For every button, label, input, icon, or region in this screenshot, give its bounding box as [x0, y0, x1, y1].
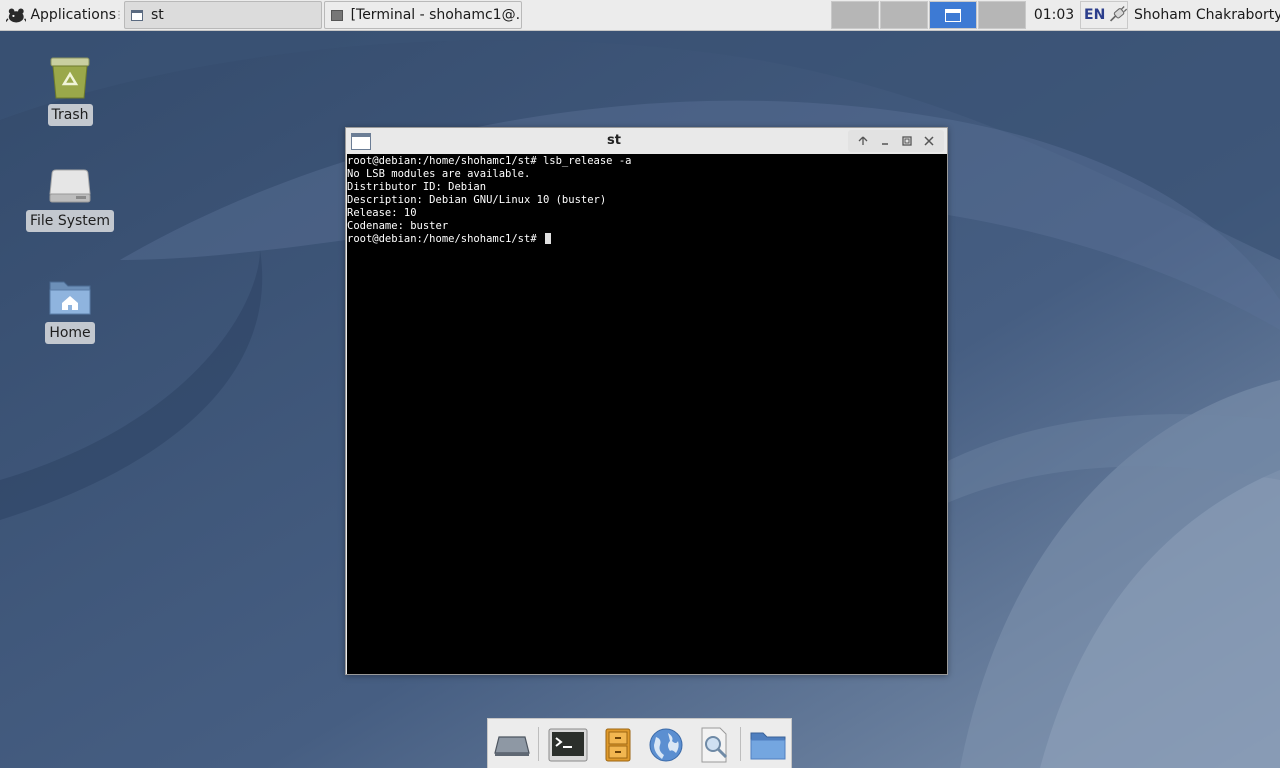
desktop-icon-trash[interactable]: Trash — [20, 56, 120, 126]
taskbar-item-label: st — [151, 7, 164, 23]
terminal-cursor — [544, 233, 551, 244]
applications-label: Applications — [30, 7, 116, 23]
desktop: Applications ⋮ st [Terminal - shohamc1@.… — [0, 0, 1280, 768]
taskbar-item-st[interactable]: st — [124, 1, 322, 29]
dock-web-browser[interactable] — [644, 725, 688, 765]
arrow-up-icon — [858, 136, 868, 145]
dock-separator — [740, 727, 741, 761]
network-plug-icon — [1110, 6, 1127, 22]
workspace-4-button[interactable] — [978, 1, 1026, 29]
maximize-button[interactable] — [896, 131, 918, 151]
user-menu[interactable]: Shoham Chakraborty — [1134, 0, 1280, 30]
terminal-line: root@debian:/home/shohamc1/st# lsb_relea… — [347, 155, 632, 167]
top-panel: Applications ⋮ st [Terminal - shohamc1@.… — [0, 0, 1280, 31]
window-controls — [848, 130, 944, 152]
file-cabinet-icon — [605, 728, 631, 762]
close-icon — [924, 136, 934, 146]
desktop-icon-label: File System — [25, 210, 115, 232]
maximize-icon — [902, 136, 912, 146]
dock-app-finder[interactable] — [692, 725, 736, 765]
keyboard-layout-indicator[interactable]: EN — [1080, 1, 1128, 29]
window-titlebar[interactable]: st — [346, 128, 947, 154]
taskbar-item-label: [Terminal - shohamc1@... — [350, 7, 521, 23]
dock-terminal[interactable] — [546, 725, 590, 765]
panel-separator-grip: ⋮ — [114, 9, 124, 21]
terminal-output[interactable]: root@debian:/home/shohamc1/st# lsb_relea… — [347, 154, 947, 674]
app-finder-icon — [701, 727, 728, 763]
minimize-icon — [882, 143, 888, 145]
taskbar-item-terminal[interactable]: [Terminal - shohamc1@... — [324, 1, 522, 29]
terminal-line: Distributor ID: Debian — [347, 181, 487, 193]
desktop-icon-file-system[interactable]: File System — [20, 166, 120, 232]
terminal-icon — [548, 728, 588, 762]
show-desktop-icon — [494, 736, 530, 756]
close-button[interactable] — [918, 131, 940, 151]
dock-folder[interactable] — [746, 725, 790, 765]
drive-icon — [49, 169, 91, 203]
home-folder-icon — [49, 281, 91, 315]
workspace-2-button[interactable] — [880, 1, 928, 29]
workspace-3-button[interactable] — [929, 1, 977, 29]
st-terminal-window[interactable]: st root@debian:/home/shohamc1/st# lsb_re… — [345, 127, 948, 675]
terminal-line: Description: Debian GNU/Linux 10 (buster… — [347, 194, 607, 206]
desktop-icon-label: Home — [45, 322, 95, 344]
clock[interactable]: 01:03 — [1031, 0, 1077, 30]
xfce-mouse-icon — [6, 8, 27, 23]
trash-icon — [50, 57, 90, 99]
terminal-line: Release: 10 — [347, 207, 417, 219]
dock-file-manager[interactable] — [596, 725, 640, 765]
window-title: st — [607, 133, 621, 148]
window-thumbnail-icon — [945, 8, 961, 22]
dock-separator — [538, 727, 539, 761]
folder-icon — [750, 732, 786, 760]
minimize-button[interactable] — [874, 131, 896, 151]
roll-up-button[interactable] — [852, 131, 874, 151]
terminal-prompt-line: root@debian:/home/shohamc1/st# — [347, 233, 947, 246]
terminal-line: Codename: buster — [347, 220, 449, 232]
window-icon — [131, 9, 143, 21]
desktop-icon-label: Trash — [47, 104, 93, 126]
dock-show-desktop[interactable] — [490, 725, 534, 765]
terminal-line: No LSB modules are available. — [347, 168, 531, 180]
desktop-icon-home[interactable]: Home — [20, 276, 120, 344]
terminal-icon — [331, 9, 343, 21]
applications-menu-button[interactable]: Applications — [2, 0, 116, 30]
workspace-1-button[interactable] — [831, 1, 879, 29]
keyboard-layout-label: EN — [1084, 7, 1106, 23]
terminal-prompt: root@debian:/home/shohamc1/st# — [347, 233, 543, 245]
web-browser-icon — [649, 728, 683, 762]
bottom-dock — [487, 718, 792, 768]
